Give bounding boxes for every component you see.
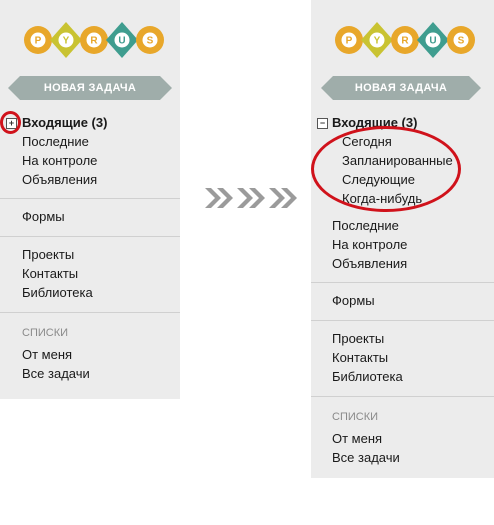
logo-letter-y: Y: [50, 22, 82, 58]
logo-letter-p: P: [335, 26, 363, 54]
divider: [0, 198, 180, 199]
divider: [311, 282, 494, 283]
sidebar-item-projects[interactable]: Проекты: [332, 331, 384, 347]
sidebar-item-all-tasks[interactable]: Все задачи: [332, 450, 400, 466]
lists-caption: СПИСКИ: [332, 411, 379, 423]
divider: [311, 320, 494, 321]
pyrus-logo: PYRUS: [335, 22, 475, 58]
sidebar-item-forms[interactable]: Формы: [332, 293, 375, 309]
svg-text:R: R: [90, 36, 98, 47]
sidebar-item-inbox[interactable]: Входящие (3): [22, 115, 107, 131]
logo-letter-u: U: [417, 22, 449, 58]
sidebar-item-announcements[interactable]: Объявления: [332, 256, 407, 272]
sidebar-item-contacts[interactable]: Контакты: [22, 266, 78, 282]
svg-text:S: S: [458, 36, 465, 47]
sidebar-item-library[interactable]: Библиотека: [22, 285, 93, 301]
svg-text:Y: Y: [374, 36, 381, 47]
logo-letter-p: P: [24, 26, 52, 54]
logo-letter-r: R: [391, 26, 419, 54]
divider: [0, 312, 180, 313]
collapse-minus-icon[interactable]: −: [317, 118, 328, 129]
logo-letter-s: S: [447, 26, 475, 54]
sidebar-after: PYRUS НОВАЯ ЗАДАЧА − Входящие (3) Сегодн…: [311, 0, 494, 478]
svg-text:S: S: [147, 36, 154, 47]
svg-text:R: R: [401, 36, 409, 47]
sidebar-before: PYRUS НОВАЯ ЗАДАЧА + Входящие (3) Послед…: [0, 0, 180, 399]
sidebar-item-forms[interactable]: Формы: [22, 209, 65, 225]
new-task-button[interactable]: НОВАЯ ЗАДАЧА: [8, 76, 172, 100]
logo-letter-y: Y: [361, 22, 393, 58]
highlight-ellipse: [311, 126, 461, 212]
sidebar-item-monitoring[interactable]: На контроле: [22, 153, 97, 169]
divider: [311, 396, 494, 397]
sidebar-item-announcements[interactable]: Объявления: [22, 172, 97, 188]
sidebar-item-from-me[interactable]: От меня: [332, 431, 382, 447]
sidebar-item-recent[interactable]: Последние: [22, 134, 89, 150]
logo-letter-r: R: [80, 26, 108, 54]
pyrus-logo: PYRUS: [24, 22, 164, 58]
sidebar-item-recent[interactable]: Последние: [332, 218, 399, 234]
svg-text:U: U: [118, 36, 125, 47]
svg-text:Y: Y: [63, 36, 70, 47]
logo-letter-u: U: [106, 22, 138, 58]
lists-caption: СПИСКИ: [22, 327, 69, 339]
transition-arrows-icon: [205, 188, 297, 208]
sidebar-item-monitoring[interactable]: На контроле: [332, 237, 407, 253]
svg-text:U: U: [429, 36, 436, 47]
sidebar-item-library[interactable]: Библиотека: [332, 369, 403, 385]
logo-letter-s: S: [136, 26, 164, 54]
sidebar-item-from-me[interactable]: От меня: [22, 347, 72, 363]
sidebar-item-all-tasks[interactable]: Все задачи: [22, 366, 90, 382]
divider: [0, 236, 180, 237]
sidebar-item-contacts[interactable]: Контакты: [332, 350, 388, 366]
svg-text:P: P: [346, 36, 353, 47]
sidebar-item-projects[interactable]: Проекты: [22, 247, 74, 263]
svg-text:P: P: [35, 36, 42, 47]
highlight-circle: [0, 111, 21, 134]
new-task-button[interactable]: НОВАЯ ЗАДАЧА: [321, 76, 481, 100]
